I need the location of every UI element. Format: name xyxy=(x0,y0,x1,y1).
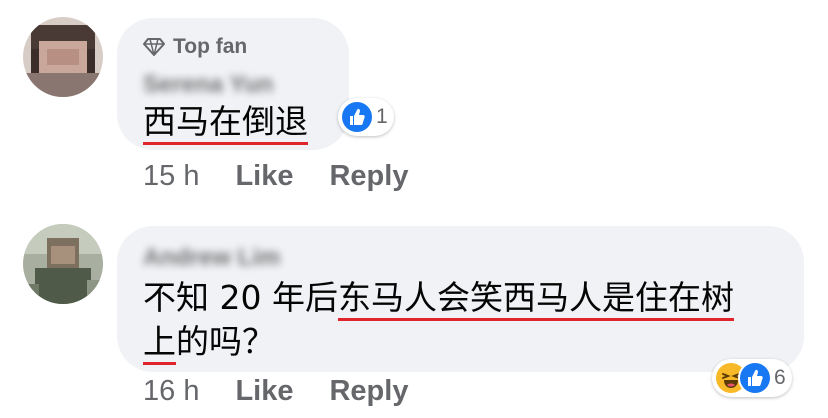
comment-author[interactable]: Andrew Lim xyxy=(143,244,280,272)
timestamp[interactable]: 15 h xyxy=(143,160,199,193)
reaction-count: 6 xyxy=(774,366,786,389)
timestamp[interactable]: 16 h xyxy=(143,375,199,408)
reaction-summary[interactable]: 1 xyxy=(338,98,394,136)
comment-actions: 16 h Like Reply xyxy=(143,375,444,408)
like-icon xyxy=(740,363,770,393)
diamond-icon xyxy=(143,38,165,56)
comment-text: 不知 20 年后东马人会笑西马人是住在树 上的吗？ xyxy=(143,278,734,361)
reaction-summary[interactable]: 6 xyxy=(712,359,792,397)
badge-label: Top fan xyxy=(173,35,248,58)
reaction-count: 1 xyxy=(376,105,388,128)
comment-author[interactable]: Serena Yun xyxy=(143,71,273,99)
avatar[interactable] xyxy=(23,17,103,97)
reply-button[interactable]: Reply xyxy=(329,375,408,408)
comment-actions: 15 h Like Reply xyxy=(143,160,444,193)
like-button[interactable]: Like xyxy=(235,160,293,193)
top-fan-badge: Top fan xyxy=(143,35,247,59)
like-icon xyxy=(342,102,372,132)
comment-text: 西马在倒退 xyxy=(143,102,308,141)
reply-button[interactable]: Reply xyxy=(329,160,408,193)
like-button[interactable]: Like xyxy=(235,375,293,408)
avatar[interactable] xyxy=(23,224,103,304)
